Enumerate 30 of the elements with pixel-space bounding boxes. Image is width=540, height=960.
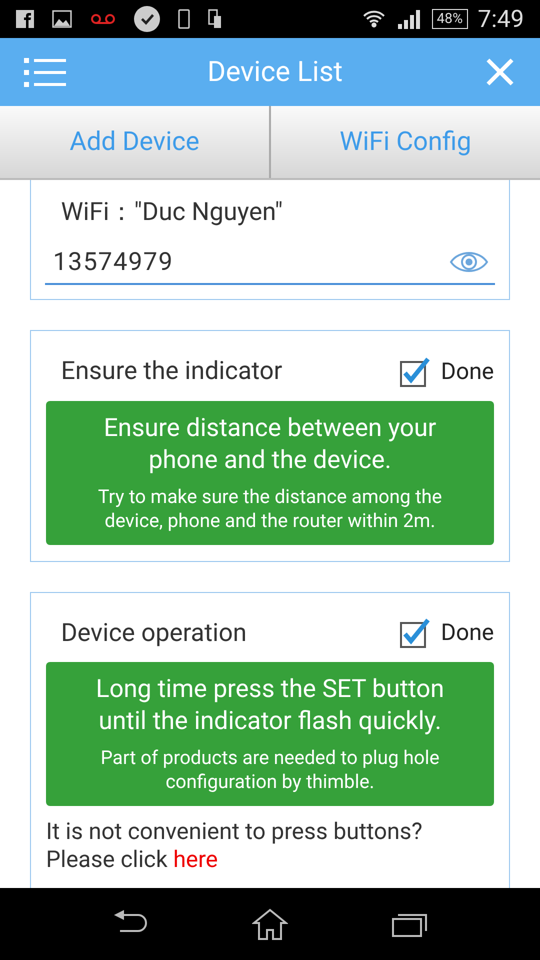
- recent-apps-button[interactable]: [392, 911, 428, 937]
- devices-icon: [208, 9, 222, 29]
- password-input[interactable]: 13574979: [53, 244, 449, 281]
- tab[interactable]: Add Device: [0, 106, 269, 178]
- phone-icon: [178, 9, 190, 29]
- signal-icon: [398, 9, 420, 29]
- voicemail-icon: [90, 13, 116, 25]
- image-icon: [52, 10, 72, 28]
- checkbox-label: Done: [440, 618, 494, 648]
- checkbox[interactable]: [398, 617, 431, 650]
- instruction-headline: Long time press the SET button until the indicator flash quickly.: [94, 674, 446, 738]
- clock: 7:49: [478, 4, 524, 35]
- checkbox-label: Done: [440, 356, 494, 386]
- step-title: Device operation: [61, 618, 248, 650]
- wifi-name: WiFi："Duc Nguyen": [60, 197, 284, 229]
- checkbox[interactable]: [398, 356, 431, 388]
- facebook-icon: [16, 10, 34, 28]
- help-text: It is not convenient to press buttons? Please click here: [46, 818, 424, 874]
- home-button[interactable]: [252, 908, 288, 940]
- check-circle-icon: [134, 6, 160, 32]
- step-title: Ensure the indicator: [61, 356, 284, 388]
- tab[interactable]: WiFi Config: [269, 106, 540, 178]
- instruction-detail: Try to make sure the distance among the device, phone and the router within 2m.: [97, 484, 443, 532]
- wifi-icon: [362, 9, 386, 29]
- header-title: Device List: [206, 54, 344, 90]
- instruction-headline: Ensure distance between your phone and the device.: [102, 412, 438, 476]
- password-field[interactable]: 13574979: [45, 244, 495, 285]
- battery-indicator: 48%: [432, 9, 468, 29]
- here-link[interactable]: here: [173, 846, 218, 873]
- instruction-detail: Part of products are needed to plug hole configuration by thimble.: [100, 746, 440, 794]
